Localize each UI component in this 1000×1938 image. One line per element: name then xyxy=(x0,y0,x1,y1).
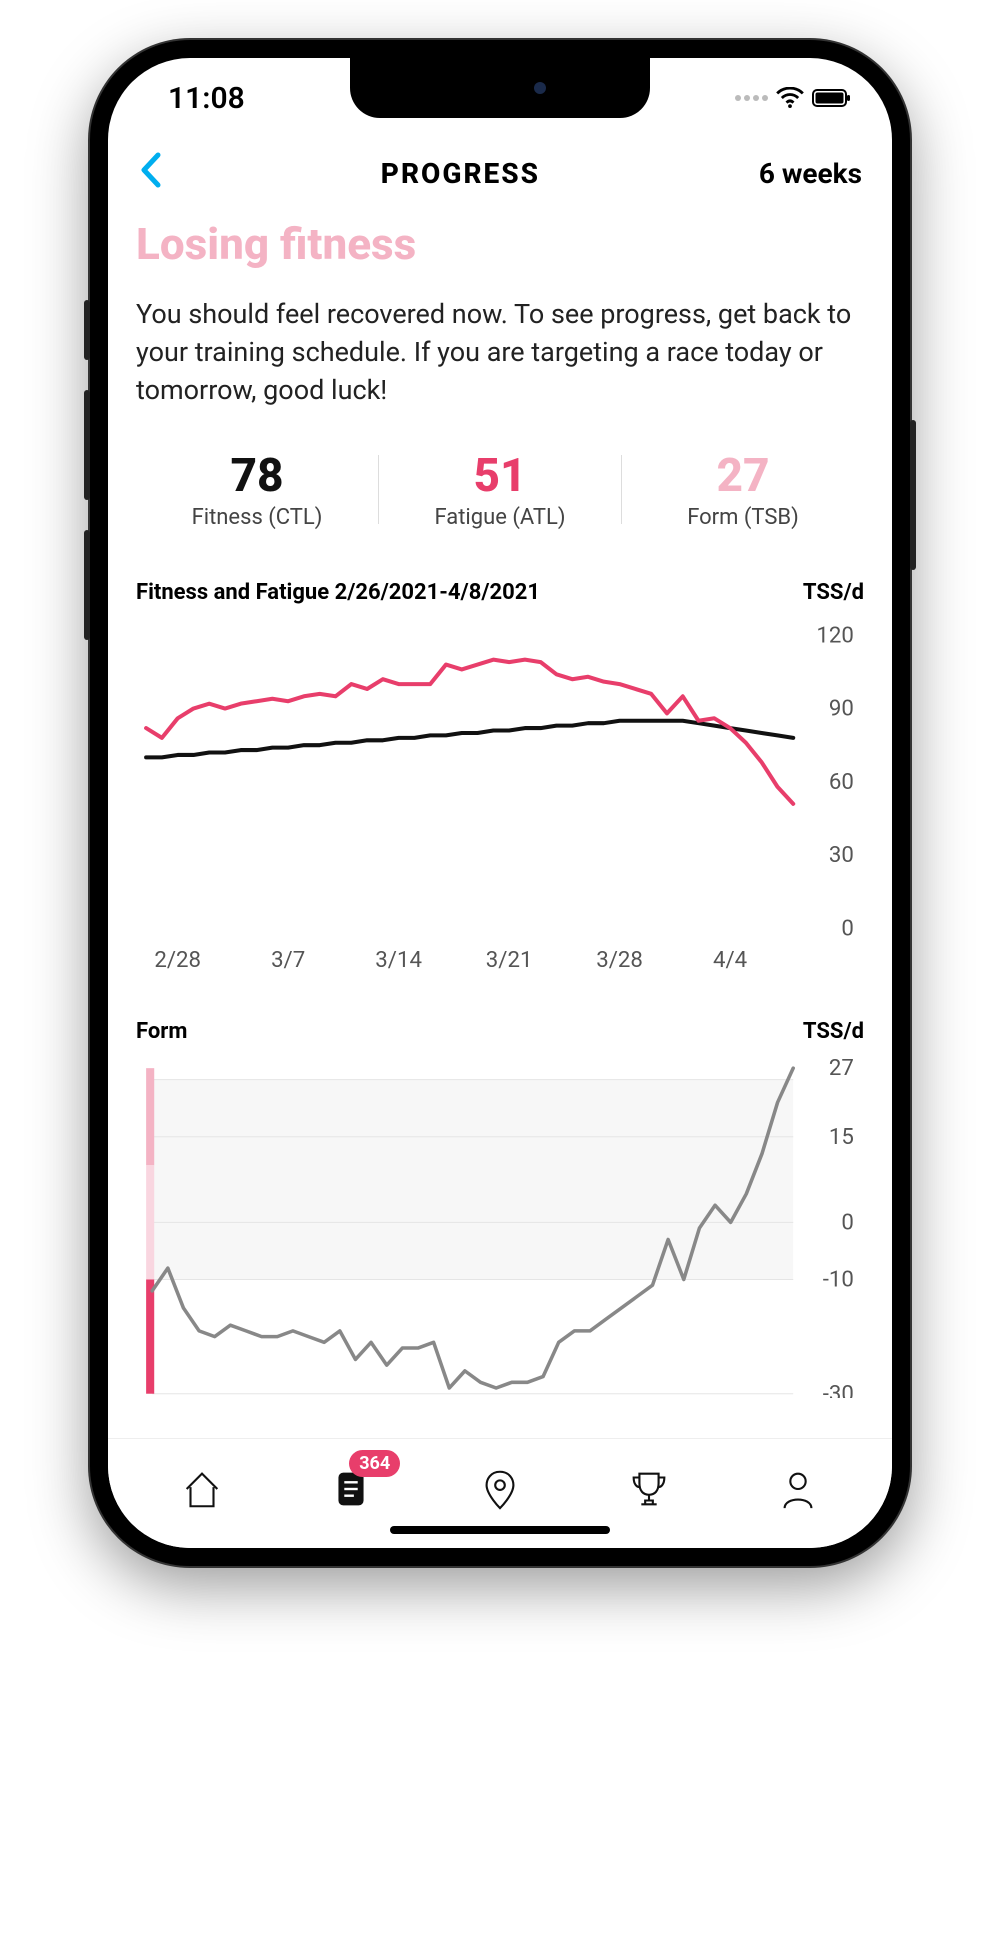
tab-home[interactable] xyxy=(167,1454,237,1524)
svg-text:60: 60 xyxy=(829,769,854,795)
phone-side-button xyxy=(84,530,90,640)
chevron-left-icon xyxy=(138,151,162,189)
form-chart-section: Form TSS/d 27 15 0 -10 -30 xyxy=(136,1019,864,1398)
date-range-selector[interactable]: 6 weeks xyxy=(759,157,862,190)
fitness-fatigue-chart-section: Fitness and Fatigue 2/26/2021-4/8/2021 T… xyxy=(136,580,864,979)
person-icon xyxy=(775,1466,821,1512)
stat-label: Fatigue (ATL) xyxy=(389,505,611,530)
svg-text:120: 120 xyxy=(816,623,854,649)
map-pin-icon xyxy=(477,1466,523,1512)
cell-dots-icon xyxy=(735,95,768,101)
stat-fatigue: 51 Fatigue (ATL) xyxy=(379,449,621,530)
home-indicator[interactable] xyxy=(390,1526,610,1534)
svg-text:0: 0 xyxy=(841,916,854,942)
phone-side-button xyxy=(910,420,916,570)
svg-text:3/28: 3/28 xyxy=(596,947,643,973)
phone-notch xyxy=(350,58,650,118)
tab-badge: 364 xyxy=(349,1450,400,1477)
tab-explore[interactable] xyxy=(465,1454,535,1524)
svg-text:30: 30 xyxy=(829,843,854,869)
chart-unit: TSS/d xyxy=(803,1019,864,1044)
stat-value: 51 xyxy=(389,449,611,503)
page-title: PROGRESS xyxy=(162,157,759,190)
stats-row: 78 Fitness (CTL) 51 Fatigue (ATL) 27 For… xyxy=(136,449,864,530)
chart-title: Fitness and Fatigue 2/26/2021-4/8/2021 xyxy=(136,580,540,605)
svg-text:15: 15 xyxy=(829,1124,854,1150)
chart-title: Form xyxy=(136,1019,187,1044)
svg-text:2/28: 2/28 xyxy=(154,947,201,973)
status-headline: Losing fitness xyxy=(136,218,864,270)
status-description: You should feel recovered now. To see pr… xyxy=(136,296,864,409)
stat-label: Fitness (CTL) xyxy=(146,505,368,530)
nav-bar: PROGRESS 6 weeks xyxy=(108,138,892,208)
stat-value: 78 xyxy=(146,449,368,503)
battery-icon xyxy=(812,88,852,108)
svg-text:0: 0 xyxy=(841,1210,854,1236)
svg-text:3/7: 3/7 xyxy=(271,947,305,973)
trophy-icon xyxy=(626,1466,672,1512)
form-chart[interactable]: 27 15 0 -10 -30 xyxy=(136,1054,864,1398)
phone-device-frame: 11:08 xyxy=(90,40,910,1566)
home-icon xyxy=(179,1466,225,1512)
svg-text:27: 27 xyxy=(829,1056,854,1082)
phone-side-button xyxy=(84,300,90,360)
wifi-icon xyxy=(776,87,804,109)
svg-text:90: 90 xyxy=(829,696,854,722)
svg-text:-30: -30 xyxy=(823,1381,854,1398)
fitness-fatigue-chart[interactable]: 0 30 60 90 120 2/28 3/7 3/14 3/21 3/28 4/4 xyxy=(136,615,864,979)
svg-text:3/21: 3/21 xyxy=(486,947,533,973)
svg-text:-10: -10 xyxy=(823,1267,854,1293)
tab-profile[interactable] xyxy=(763,1454,833,1524)
tab-feed[interactable]: 364 xyxy=(316,1454,386,1524)
stat-value: 27 xyxy=(632,449,854,503)
stat-fitness: 78 Fitness (CTL) xyxy=(136,449,378,530)
svg-text:4/4: 4/4 xyxy=(713,947,747,973)
stat-form: 27 Form (TSB) xyxy=(622,449,864,530)
tab-awards[interactable] xyxy=(614,1454,684,1524)
svg-text:3/14: 3/14 xyxy=(375,947,422,973)
back-button[interactable] xyxy=(138,151,162,196)
chart-unit: TSS/d xyxy=(803,580,864,605)
stat-label: Form (TSB) xyxy=(632,505,854,530)
phone-side-button xyxy=(84,390,90,500)
